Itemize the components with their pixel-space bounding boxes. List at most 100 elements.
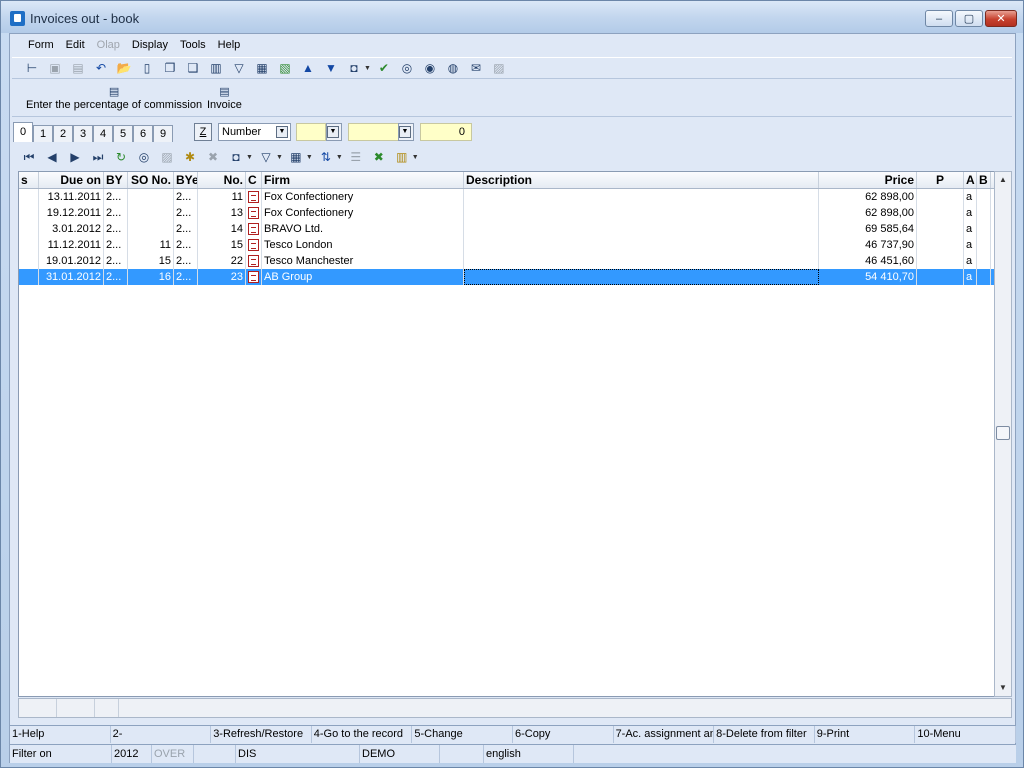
table-row[interactable]: 31.01.2012 2... 16 2... 23 AB Group 54 410,70 a [19,269,1003,285]
move-down-icon[interactable]: ▼ [321,58,341,78]
menu-form[interactable]: Form [22,36,60,56]
cell-s[interactable] [19,221,39,237]
cell-b[interactable] [977,189,991,205]
cell-so-no[interactable]: 15 [128,253,174,269]
cell-a[interactable]: a [964,253,977,269]
cell-bye[interactable]: 2... [174,221,198,237]
cell-s[interactable] [19,253,39,269]
cell-a[interactable]: a [964,205,977,221]
find-previous-icon[interactable]: ◍ [443,58,463,78]
cell-price[interactable]: 62 898,00 [819,189,917,205]
col-header-p[interactable]: P [917,172,964,188]
columns-dropdown-icon[interactable]: ▼ [306,154,313,161]
document-filter-icon[interactable]: ▦ [252,58,272,78]
next-record-icon[interactable]: ▶ [65,147,85,167]
binoculars-icon[interactable]: ◎ [397,58,417,78]
cell-c[interactable] [246,221,262,237]
cell-due-on[interactable]: 13.11.2011 [39,189,104,205]
table-row[interactable]: 19.01.2012 2... 15 2... 22 Tesco Manchester 46… [19,253,1003,269]
sort-field-dropdown-icon[interactable]: ▼ [276,126,288,138]
cell-due-on[interactable]: 31.01.2012 [39,269,104,285]
cell-b[interactable] [977,253,991,269]
cell-p[interactable] [917,221,964,237]
cell-no[interactable]: 23 [198,269,246,285]
col-header-s[interactable]: s [19,172,39,188]
cell-p[interactable] [917,269,964,285]
cell-a[interactable]: a [964,189,977,205]
cell-firm[interactable]: BRAVO Ltd. [262,221,464,237]
cell-due-on[interactable]: 19.01.2012 [39,253,104,269]
sort-field-select[interactable]: Number ▼ [218,123,291,141]
col-header-no[interactable]: No. [198,172,246,188]
close-button[interactable]: ✕ [985,10,1017,27]
filter-range-dropdown-icon[interactable]: ▼ [399,126,411,138]
cell-firm[interactable]: Fox Confectionery [262,205,464,221]
cell-bye[interactable]: 2... [174,269,198,285]
copy-document-icon[interactable]: ❐ [160,58,180,78]
excel-icon[interactable]: ✖ [369,147,389,167]
move-up-icon[interactable]: ▲ [298,58,318,78]
filter-range-dropdown[interactable]: ▼ [398,123,414,141]
cell-due-on[interactable]: 19.12.2011 [39,205,104,221]
scroll-down-icon[interactable]: ▼ [995,680,1011,696]
cell-p[interactable] [917,205,964,221]
fkey-goto-record[interactable]: 4-Go to the record [312,726,413,743]
cell-so-no[interactable] [128,205,174,221]
cell-so-no[interactable] [128,189,174,205]
menu-help[interactable]: Help [212,36,247,56]
menu-edit[interactable]: Edit [60,36,91,56]
cell-c[interactable] [246,237,262,253]
fkey-refresh[interactable]: 3-Refresh/Restore [211,726,312,743]
cell-so-no[interactable]: 16 [128,269,174,285]
tab-0[interactable]: 0 [13,122,33,142]
tab-5[interactable]: 5 [113,125,133,142]
sort-icon[interactable]: ⇅ [316,147,336,167]
sort-dropdown-icon[interactable]: ▼ [336,154,343,161]
cell-by[interactable]: 2... [104,237,128,253]
filter-range-field[interactable] [348,123,402,141]
fkey-delete-from-filter[interactable]: 8-Delete from filter [714,726,815,743]
cell-by[interactable]: 2... [104,253,128,269]
cell-c[interactable] [246,253,262,269]
col-header-bye[interactable]: BYe [174,172,198,188]
cell-price[interactable]: 69 585,64 [819,221,917,237]
menu-display[interactable]: Display [126,36,174,56]
report-dropdown-icon[interactable]: ▼ [412,154,419,161]
grid-vertical-scrollbar[interactable]: ▲ ▼ [994,171,1012,697]
last-record-icon[interactable]: ⏭ [88,147,108,167]
stack-icon[interactable]: ▧ [275,58,295,78]
grid-filter-dropdown-icon[interactable]: ▼ [276,154,283,161]
cell-s[interactable] [19,205,39,221]
fkey-change[interactable]: 5-Change [412,726,513,743]
search-icon[interactable]: ◎ [134,147,154,167]
col-header-description[interactable]: Description [464,172,819,188]
cell-so-no[interactable]: 11 [128,237,174,253]
cell-a[interactable]: a [964,269,977,285]
filter-value-dropdown[interactable]: ▼ [326,123,342,141]
report-icon[interactable]: ▥ [392,147,412,167]
tab-2[interactable]: 2 [53,125,73,142]
z-button[interactable]: Z [194,123,212,141]
scroll-thumb[interactable] [996,426,1010,440]
col-header-by[interactable]: BY [104,172,128,188]
cell-s[interactable] [19,237,39,253]
fkey-2[interactable]: 2- [111,726,212,743]
cell-no[interactable]: 15 [198,237,246,253]
tab-4[interactable]: 4 [93,125,113,142]
minimize-button[interactable]: – [925,10,953,27]
cell-c[interactable] [246,269,262,285]
cell-b[interactable] [977,221,991,237]
excel-export-icon[interactable]: ✔ [374,58,394,78]
tab-1[interactable]: 1 [33,125,53,142]
book-icon[interactable]: ▥ [206,58,226,78]
cell-firm[interactable]: AB Group [262,269,464,285]
cell-due-on[interactable]: 3.01.2012 [39,221,104,237]
cell-firm[interactable]: Tesco Manchester [262,253,464,269]
filter-value-dropdown-icon[interactable]: ▼ [327,126,339,138]
fkey-help[interactable]: 1-Help [10,726,111,743]
cell-price[interactable]: 54 410,70 [819,269,917,285]
cell-c[interactable] [246,205,262,221]
grid-filter-icon[interactable]: ▽ [256,147,276,167]
cell-by[interactable]: 2... [104,189,128,205]
scroll-up-icon[interactable]: ▲ [995,172,1011,188]
